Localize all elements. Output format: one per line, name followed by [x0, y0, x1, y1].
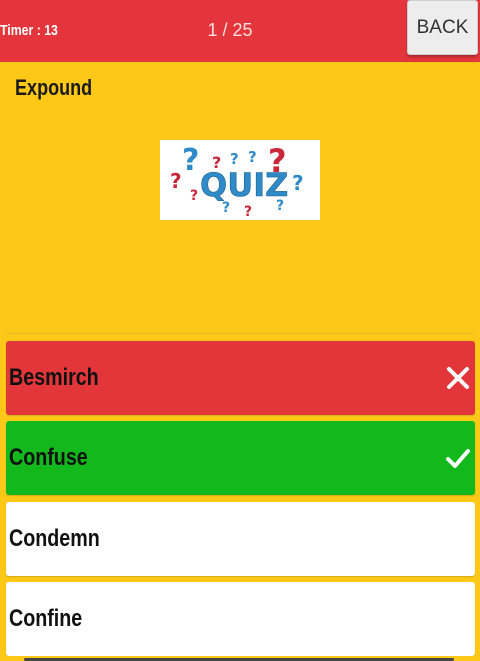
- quiz-logo-image: ? ? ? ? ? ? ? ? ? ? ? QUIZ: [160, 140, 320, 220]
- quiz-logo-text: QUIZ: [200, 166, 288, 204]
- answer-option-label: Confine: [9, 605, 83, 632]
- svg-text:?: ?: [182, 143, 199, 178]
- top-bar: Timer : 13 1 / 25 BACK: [0, 0, 480, 62]
- question-progress: 1 / 25: [207, 20, 253, 40]
- back-button[interactable]: BACK: [407, 0, 478, 55]
- check-icon: [446, 449, 470, 468]
- answer-option-label: Besmirch: [9, 364, 99, 391]
- divider: [6, 333, 474, 334]
- question-word: Expound: [15, 75, 93, 100]
- answer-option-4[interactable]: Confine: [6, 582, 475, 656]
- svg-text:?: ?: [292, 171, 304, 195]
- svg-text:?: ?: [190, 188, 198, 204]
- answer-option-label: Confuse: [9, 444, 88, 471]
- close-icon: [447, 367, 469, 389]
- answer-option-3[interactable]: Condemn: [6, 502, 475, 576]
- svg-text:?: ?: [170, 169, 182, 193]
- answer-option-label: Condemn: [9, 525, 100, 552]
- quiz-logo-graphic: ? ? ? ? ? ? ? ? ? ? ? QUIZ: [170, 142, 304, 220]
- answer-option-2[interactable]: Confuse: [6, 421, 475, 495]
- answer-option-1[interactable]: Besmirch: [6, 341, 475, 415]
- svg-text:?: ?: [248, 148, 257, 166]
- svg-text:?: ?: [244, 204, 252, 220]
